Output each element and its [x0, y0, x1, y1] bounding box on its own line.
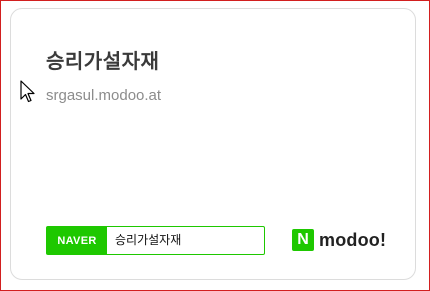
site-title[interactable]: 승리가설자재 [46, 45, 159, 74]
naver-search-box[interactable]: NAVER 승리가설자재 [46, 226, 265, 255]
site-card[interactable]: 승리가설자재 srgasul.modoo.at NAVER 승리가설자재 N m… [10, 8, 416, 280]
modoo-logo[interactable]: N modoo! [292, 229, 386, 251]
mouse-pointer-icon [20, 80, 35, 103]
naver-search-query: 승리가설자재 [115, 233, 182, 247]
naver-badge: NAVER [47, 227, 107, 254]
site-url[interactable]: srgasul.modoo.at [46, 87, 161, 104]
modoo-n-icon: N [292, 229, 314, 251]
modoo-logo-text: modoo! [319, 229, 387, 250]
